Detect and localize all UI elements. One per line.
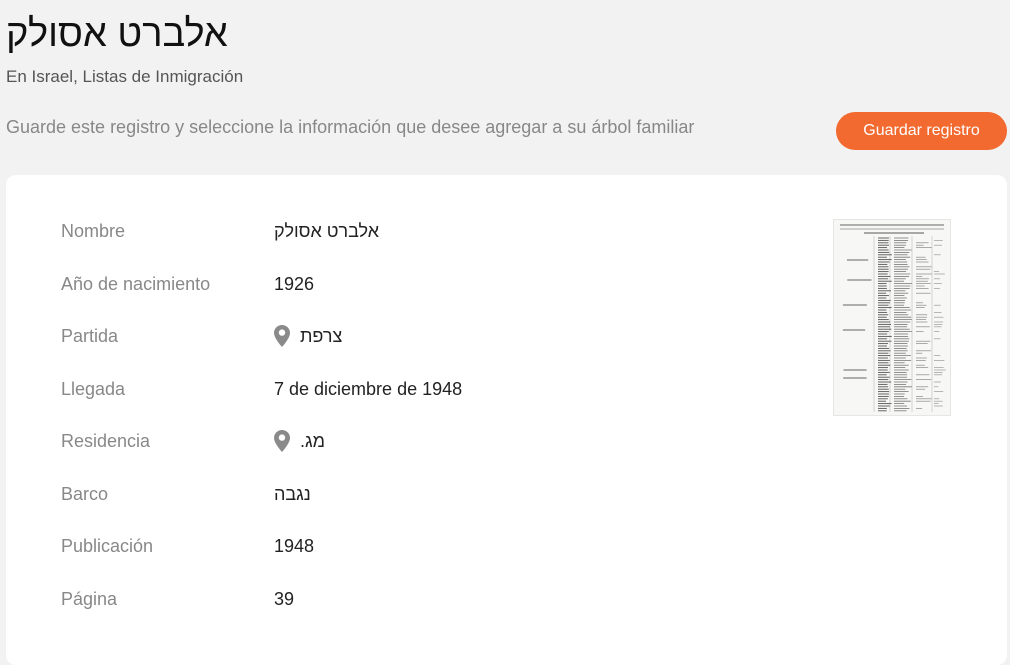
field-value: מג. (274, 426, 325, 456)
field-value: 1926 (274, 269, 314, 299)
ship-value: נגבה (274, 484, 311, 504)
field-label: Partida (61, 326, 119, 346)
field-value: נגבה (274, 479, 311, 509)
location-pin-icon (274, 430, 290, 452)
field-row-publication: Publicación 1948 (6, 531, 766, 561)
field-label: Año de nacimiento (61, 274, 211, 294)
arrival-value: 7 de diciembre de 1948 (274, 379, 463, 399)
collection-subtitle: En Israel, Listas de Inmigración (6, 67, 244, 86)
field-row-departure: Partida צרפת (6, 321, 766, 351)
field-value: 1948 (274, 531, 314, 561)
field-label: Barco (61, 484, 109, 504)
field-row-residence: Residencia מג. (6, 426, 766, 456)
page-value: 39 (274, 589, 295, 609)
field-row-page: Página 39 (6, 584, 766, 614)
name-value: אלברט אסולק (274, 221, 380, 241)
publication-value: 1948 (274, 536, 315, 556)
departure-value: צרפת (300, 326, 343, 346)
record-details-card: Nombre אלברט אסולק Año de nacimiento 192… (6, 175, 1007, 665)
field-value: צרפת (274, 321, 342, 351)
field-label: Residencia (61, 431, 151, 451)
field-row-nombre: Nombre אלברט אסולק (6, 216, 766, 246)
record-image-thumbnail[interactable] (833, 219, 951, 416)
field-value: 39 (274, 584, 294, 614)
field-row-birth-year: Año de nacimiento 1926 (6, 269, 766, 299)
field-row-arrival: Llegada 7 de diciembre de 1948 (6, 374, 766, 404)
field-label: Página (61, 589, 118, 609)
field-label: Nombre (61, 221, 126, 241)
save-record-button[interactable]: Guardar registro (836, 112, 1007, 150)
field-label: Publicación (61, 536, 154, 556)
field-row-ship: Barco נגבה (6, 479, 766, 509)
residence-value: מג. (300, 431, 325, 451)
save-instructions: Guarde este registro y seleccione la inf… (6, 117, 695, 137)
field-label: Llegada (61, 379, 126, 399)
birth-year-value: 1926 (274, 274, 315, 294)
location-pin-icon (274, 325, 290, 347)
field-value: 7 de diciembre de 1948 (274, 374, 462, 404)
field-value: אלברט אסולק (274, 216, 379, 246)
page-title: אלברט אסולק (6, 13, 228, 55)
